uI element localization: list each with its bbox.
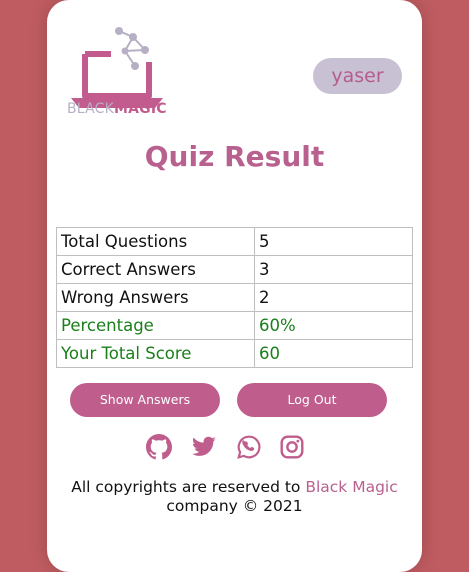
copyright-footer: All copyrights are reserved to Black Mag… (47, 478, 422, 516)
show-answers-button[interactable]: Show Answers (70, 383, 220, 417)
result-value: 60% (254, 311, 413, 340)
result-card: BLACKMAGIC yaser Quiz Result Total Quest… (47, 0, 422, 572)
table-row: Total Questions 5 (56, 227, 413, 256)
copyright-prefix: All copyrights are reserved to (71, 478, 301, 496)
result-label: Total Questions (56, 227, 255, 256)
result-label: Correct Answers (56, 255, 255, 284)
result-label: Wrong Answers (56, 283, 255, 312)
github-icon[interactable] (146, 434, 172, 460)
result-label: Percentage (56, 311, 255, 340)
logo-wordmark: BLACKMAGIC (67, 101, 167, 117)
result-label: Your Total Score (56, 339, 255, 368)
whatsapp-icon[interactable] (236, 434, 262, 460)
table-row: Correct Answers 3 (56, 255, 413, 284)
result-value: 2 (254, 283, 413, 312)
table-row: Your Total Score 60 (56, 339, 413, 368)
twitter-icon[interactable] (191, 434, 217, 460)
result-value: 3 (254, 255, 413, 284)
results-table: Total Questions 5 Correct Answers 3 Wron… (56, 227, 413, 368)
brand-link[interactable]: Black Magic (305, 478, 397, 496)
user-badge[interactable]: yaser (313, 58, 402, 94)
result-value: 60 (254, 339, 413, 368)
page-title: Quiz Result (144, 140, 325, 173)
instagram-icon[interactable] (279, 434, 305, 460)
table-row: Percentage 60% (56, 311, 413, 340)
logout-button[interactable]: Log Out (237, 383, 387, 417)
result-value: 5 (254, 227, 413, 256)
copyright-suffix: company © 2021 (166, 497, 303, 515)
table-row: Wrong Answers 2 (56, 283, 413, 312)
